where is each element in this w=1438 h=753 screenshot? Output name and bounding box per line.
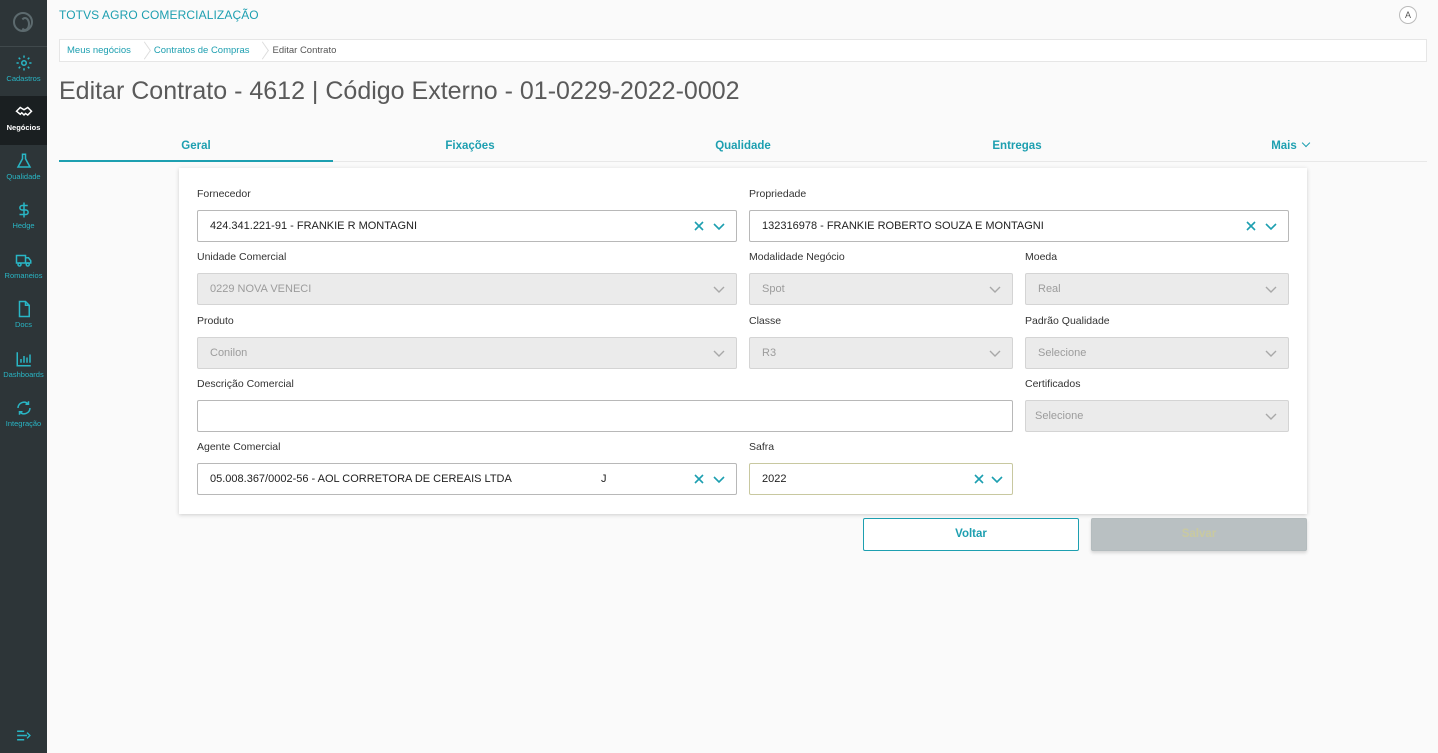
descricao-comercial-input[interactable] xyxy=(197,400,1013,432)
descricao-comercial-label: Descrição Comercial xyxy=(197,378,294,390)
tab-entregas[interactable]: Entregas xyxy=(880,134,1154,162)
breadcrumb-meus-negocios[interactable]: Meus negócios xyxy=(60,45,140,56)
menu-collapse-icon[interactable] xyxy=(15,727,32,744)
modalidade-negocio-select: Spot xyxy=(749,273,1013,305)
safra-select[interactable]: 2022 xyxy=(749,463,1013,495)
chevron-down-icon xyxy=(989,286,1001,293)
unidade-comercial-select: 0229 NOVA VENECI xyxy=(197,273,737,305)
chevron-down-icon xyxy=(989,350,1001,357)
gear-icon xyxy=(16,55,31,71)
clear-icon[interactable] xyxy=(1244,219,1258,233)
logo-icon[interactable] xyxy=(13,12,33,32)
tab-geral[interactable]: Geral xyxy=(59,134,333,162)
moeda-select: Real xyxy=(1025,273,1289,305)
classe-select: R3 xyxy=(749,337,1013,369)
tab-mais[interactable]: Mais xyxy=(1153,134,1427,162)
chevron-down-icon xyxy=(1265,350,1277,357)
agente-comercial-select[interactable]: 05.008.367/0002-56 - AOL CORRETORA DE CE… xyxy=(197,463,737,495)
certificados-label: Certificados xyxy=(1025,378,1081,390)
chevron-down-icon xyxy=(713,350,725,357)
tab-qualidade[interactable]: Qualidade xyxy=(606,134,880,162)
breadcrumb-separator xyxy=(258,41,265,61)
document-icon xyxy=(18,300,30,318)
sidebar-item-qualidade[interactable]: Qualidade xyxy=(0,145,47,194)
propriedade-select[interactable]: 132316978 - FRANKIE ROBERTO SOUZA E MONT… xyxy=(749,210,1289,242)
sidebar-item-dashboards[interactable]: Dashboards xyxy=(0,343,47,392)
chevron-down-icon[interactable] xyxy=(1264,219,1278,233)
flask-icon xyxy=(16,153,31,168)
fornecedor-select[interactable]: 424.341.221-91 - FRANKIE R MONTAGNI xyxy=(197,210,737,242)
sidebar-item-negocios[interactable]: Negócios xyxy=(0,96,47,145)
padrao-qualidade-label: Padrão Qualidade xyxy=(1025,315,1110,327)
page-title: Editar Contrato - 4612 | Código Externo … xyxy=(59,77,740,105)
clear-icon[interactable] xyxy=(692,219,706,233)
sidebar: Cadastros Negócios Qualidade Hedge Roman… xyxy=(0,0,47,753)
sidebar-item-docs[interactable]: Docs xyxy=(0,293,47,342)
tab-bar: Geral Fixações Qualidade Entregas Mais xyxy=(59,134,1427,162)
sidebar-item-integracao[interactable]: Integração xyxy=(0,392,47,441)
user-avatar[interactable]: A xyxy=(1399,6,1417,24)
chevron-down-icon xyxy=(713,286,725,293)
sidebar-item-romaneios[interactable]: Romaneios xyxy=(0,244,47,293)
breadcrumb: Meus negócios Contratos de Compras Edita… xyxy=(59,39,1427,62)
propriedade-label: Propriedade xyxy=(749,188,807,200)
moeda-label: Moeda xyxy=(1025,251,1058,263)
classe-label: Classe xyxy=(749,315,782,327)
breadcrumb-current: Editar Contrato xyxy=(272,45,337,56)
modalidade-negocio-label: Modalidade Negócio xyxy=(749,251,845,263)
produto-label: Produto xyxy=(197,315,234,327)
sidebar-item-hedge[interactable]: Hedge xyxy=(0,194,47,243)
chevron-down-icon[interactable] xyxy=(712,219,726,233)
unidade-comercial-label: Unidade Comercial xyxy=(197,251,287,263)
bar-chart-icon xyxy=(16,352,31,367)
produto-select: Conilon xyxy=(197,337,737,369)
sync-icon xyxy=(16,401,31,415)
breadcrumb-contratos-compras[interactable]: Contratos de Compras xyxy=(147,45,259,56)
chevron-down-icon[interactable] xyxy=(712,472,726,486)
agente-comercial-label: Agente Comercial xyxy=(197,441,281,453)
clear-icon[interactable] xyxy=(972,472,986,486)
breadcrumb-separator xyxy=(140,41,147,61)
back-button[interactable]: Voltar xyxy=(863,518,1079,551)
chevron-down-icon xyxy=(1301,138,1311,148)
safra-label: Safra xyxy=(749,441,775,453)
tab-fixacoes[interactable]: Fixações xyxy=(333,134,607,162)
dollar-icon xyxy=(18,202,29,218)
truck-icon xyxy=(15,254,31,267)
clear-icon[interactable] xyxy=(692,472,706,486)
chevron-down-icon xyxy=(1265,413,1277,420)
sidebar-item-cadastros[interactable]: Cadastros xyxy=(0,47,47,96)
padrao-qualidade-select: Selecione xyxy=(1025,337,1289,369)
fornecedor-label: Fornecedor xyxy=(197,188,251,200)
chevron-down-icon[interactable] xyxy=(990,472,1004,486)
chevron-down-icon xyxy=(1265,286,1277,293)
certificados-select: Selecione xyxy=(1025,400,1289,432)
handshake-icon xyxy=(14,106,33,117)
app-title: TOTVS AGRO COMERCIALIZAÇÃO xyxy=(59,8,259,22)
save-button[interactable]: Salvar xyxy=(1091,518,1307,551)
